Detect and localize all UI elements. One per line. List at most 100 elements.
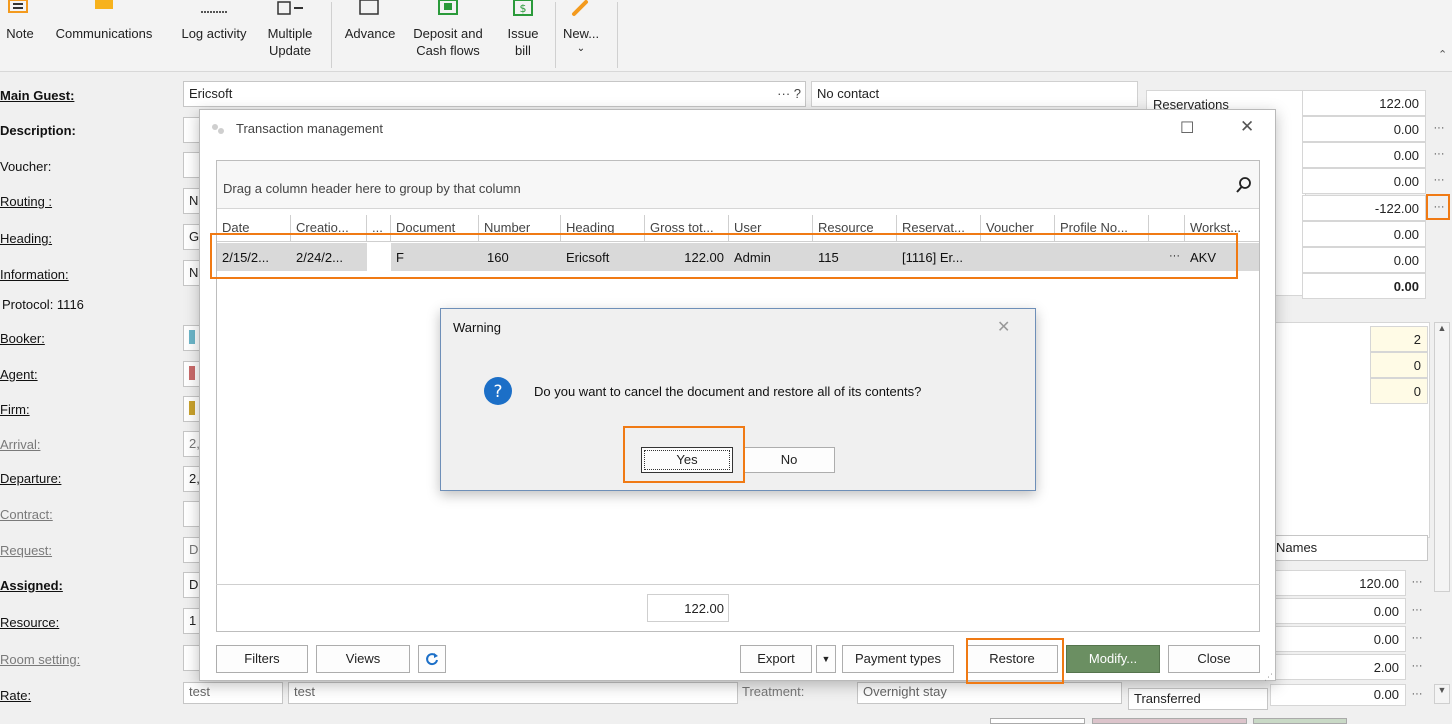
bottom-button[interactable] bbox=[1092, 718, 1247, 724]
ribbon-separator bbox=[331, 2, 332, 68]
contact-value: No contact bbox=[817, 86, 880, 101]
maximize-icon[interactable]: ☐ bbox=[1180, 118, 1194, 138]
new-button[interactable]: New... ⌄ bbox=[560, 0, 602, 70]
firm-color-swatch bbox=[189, 401, 195, 415]
routing-value: N bbox=[189, 193, 199, 208]
names-field[interactable]: Names bbox=[1270, 535, 1428, 561]
voucher-label: Voucher: bbox=[0, 159, 52, 174]
summary-value: 0.00 bbox=[1302, 142, 1426, 168]
filters-button[interactable]: Filters bbox=[216, 645, 308, 673]
arrival-label[interactable]: Arrival: bbox=[0, 437, 40, 452]
refresh-button[interactable] bbox=[418, 645, 446, 673]
agent-color-swatch bbox=[189, 366, 195, 380]
app-icon bbox=[212, 124, 224, 134]
booker-label[interactable]: Booker: bbox=[0, 331, 45, 346]
more-icon[interactable]: ··· bbox=[1408, 628, 1426, 652]
information-label[interactable]: Information: bbox=[0, 267, 69, 282]
deposit-cash-flows-button[interactable]: Deposit and Cash flows bbox=[404, 0, 492, 70]
issue-bill-label-1: Issue bbox=[507, 26, 539, 41]
group-panel[interactable]: Drag a column header here to group by th… bbox=[217, 161, 1259, 209]
main-guest-lookup-icon[interactable]: ··· ? bbox=[777, 86, 801, 101]
highlight-box bbox=[1426, 194, 1450, 220]
treatment-field[interactable]: Overnight stay bbox=[857, 682, 1122, 704]
room-setting-label[interactable]: Room setting: bbox=[0, 652, 80, 667]
multiple-update-icon bbox=[277, 1, 303, 15]
names-label: Names bbox=[1276, 540, 1318, 555]
departure-label[interactable]: Departure: bbox=[0, 471, 61, 486]
summary-value: -122.00 bbox=[1302, 195, 1426, 221]
agent-label[interactable]: Agent: bbox=[0, 367, 38, 382]
summary-total-value: 0.00 bbox=[1302, 273, 1426, 299]
gross-total-sum: 122.00 bbox=[647, 594, 729, 622]
amount-value: 0.00 bbox=[1270, 598, 1406, 624]
close-button[interactable]: Close bbox=[1168, 645, 1260, 673]
summary-value: 0.00 bbox=[1302, 116, 1426, 142]
deposit-label-1: Deposit and bbox=[413, 26, 483, 41]
bottom-button[interactable] bbox=[990, 718, 1085, 724]
multiple-update-label-2: Update bbox=[269, 43, 311, 58]
summary-value: 122.00 bbox=[1302, 90, 1426, 116]
ribbon-separator bbox=[555, 2, 556, 68]
rate-description-field[interactable]: test bbox=[288, 682, 738, 704]
more-icon[interactable]: ··· bbox=[1408, 572, 1426, 596]
note-button[interactable]: Note bbox=[0, 0, 40, 70]
more-icon[interactable]: ··· bbox=[1430, 144, 1448, 168]
bottom-button[interactable] bbox=[1253, 718, 1347, 724]
multiple-update-button[interactable]: Multiple Update bbox=[258, 0, 322, 70]
transferred-field: Transferred bbox=[1128, 688, 1268, 710]
log-activity-button[interactable]: Log activity bbox=[172, 0, 256, 70]
more-icon[interactable]: ··· bbox=[1408, 656, 1426, 680]
export-dropdown-icon[interactable]: ▼ bbox=[816, 645, 836, 673]
resize-grip-icon[interactable]: ⋰ bbox=[1264, 672, 1273, 683]
footer-divider bbox=[216, 584, 1260, 585]
payment-types-button[interactable]: Payment types bbox=[842, 645, 954, 673]
close-icon[interactable]: ✕ bbox=[1240, 117, 1254, 137]
contact-field[interactable]: No contact bbox=[811, 81, 1138, 107]
issue-bill-button[interactable]: $ Issue bill bbox=[496, 0, 550, 70]
modify-button[interactable]: Modify... bbox=[1066, 645, 1160, 673]
deposit-label-2: Cash flows bbox=[416, 43, 480, 58]
more-icon[interactable]: ··· bbox=[1430, 170, 1448, 194]
communications-button[interactable]: Communications bbox=[44, 0, 164, 70]
export-button[interactable]: Export bbox=[740, 645, 812, 673]
amount-value: 0.00 bbox=[1270, 684, 1406, 706]
views-button[interactable]: Views bbox=[316, 645, 410, 673]
firm-label[interactable]: Firm: bbox=[0, 402, 30, 417]
no-button[interactable]: No bbox=[743, 447, 835, 473]
treatment-value: Overnight stay bbox=[863, 684, 947, 699]
warning-dialog: Warning ✕ ? Do you want to cancel the do… bbox=[440, 308, 1036, 491]
restore-highlight-box bbox=[966, 638, 1064, 684]
routing-label[interactable]: Routing : bbox=[0, 194, 52, 209]
main-guest-value: Ericsoft bbox=[189, 86, 233, 101]
warning-message: Do you want to cancel the document and r… bbox=[534, 384, 922, 399]
summary-value: 0.00 bbox=[1302, 247, 1426, 273]
scroll-up-icon[interactable]: ▲ bbox=[1435, 323, 1449, 333]
rate-field[interactable]: test bbox=[183, 682, 283, 704]
resource-label[interactable]: Resource: bbox=[0, 615, 59, 630]
search-icon[interactable] bbox=[1235, 176, 1253, 194]
more-icon[interactable]: ··· bbox=[1408, 684, 1426, 708]
more-icon[interactable]: ··· bbox=[1408, 600, 1426, 624]
note-icon bbox=[8, 0, 28, 13]
log-activity-icon bbox=[201, 11, 227, 13]
main-guest-label[interactable]: Main Guest: bbox=[0, 88, 74, 103]
request-label[interactable]: Request: bbox=[0, 543, 52, 558]
vertical-scrollbar[interactable]: ▲ bbox=[1434, 322, 1450, 592]
assigned-value: D bbox=[189, 577, 199, 592]
question-icon: ? bbox=[484, 377, 512, 405]
assigned-label[interactable]: Assigned: bbox=[0, 578, 63, 593]
scroll-down-icon[interactable]: ▼ bbox=[1434, 684, 1450, 704]
heading-label[interactable]: Heading: bbox=[0, 231, 52, 246]
rate-description-value: test bbox=[294, 684, 315, 699]
contract-label[interactable]: Contract: bbox=[0, 507, 53, 522]
key-icon bbox=[572, 0, 588, 16]
row-highlight-box bbox=[210, 233, 1238, 279]
advance-button[interactable]: Advance bbox=[338, 0, 402, 70]
collapse-ribbon-icon[interactable]: ⌃ bbox=[1438, 48, 1447, 61]
close-icon[interactable]: ✕ bbox=[997, 317, 1010, 337]
more-icon[interactable]: ··· bbox=[1430, 118, 1448, 142]
rate-label[interactable]: Rate: bbox=[0, 688, 31, 703]
request-value: D bbox=[189, 542, 199, 557]
main-guest-field[interactable]: Ericsoft ··· ? bbox=[183, 81, 806, 107]
group-hint: Drag a column header here to group by th… bbox=[223, 181, 521, 196]
